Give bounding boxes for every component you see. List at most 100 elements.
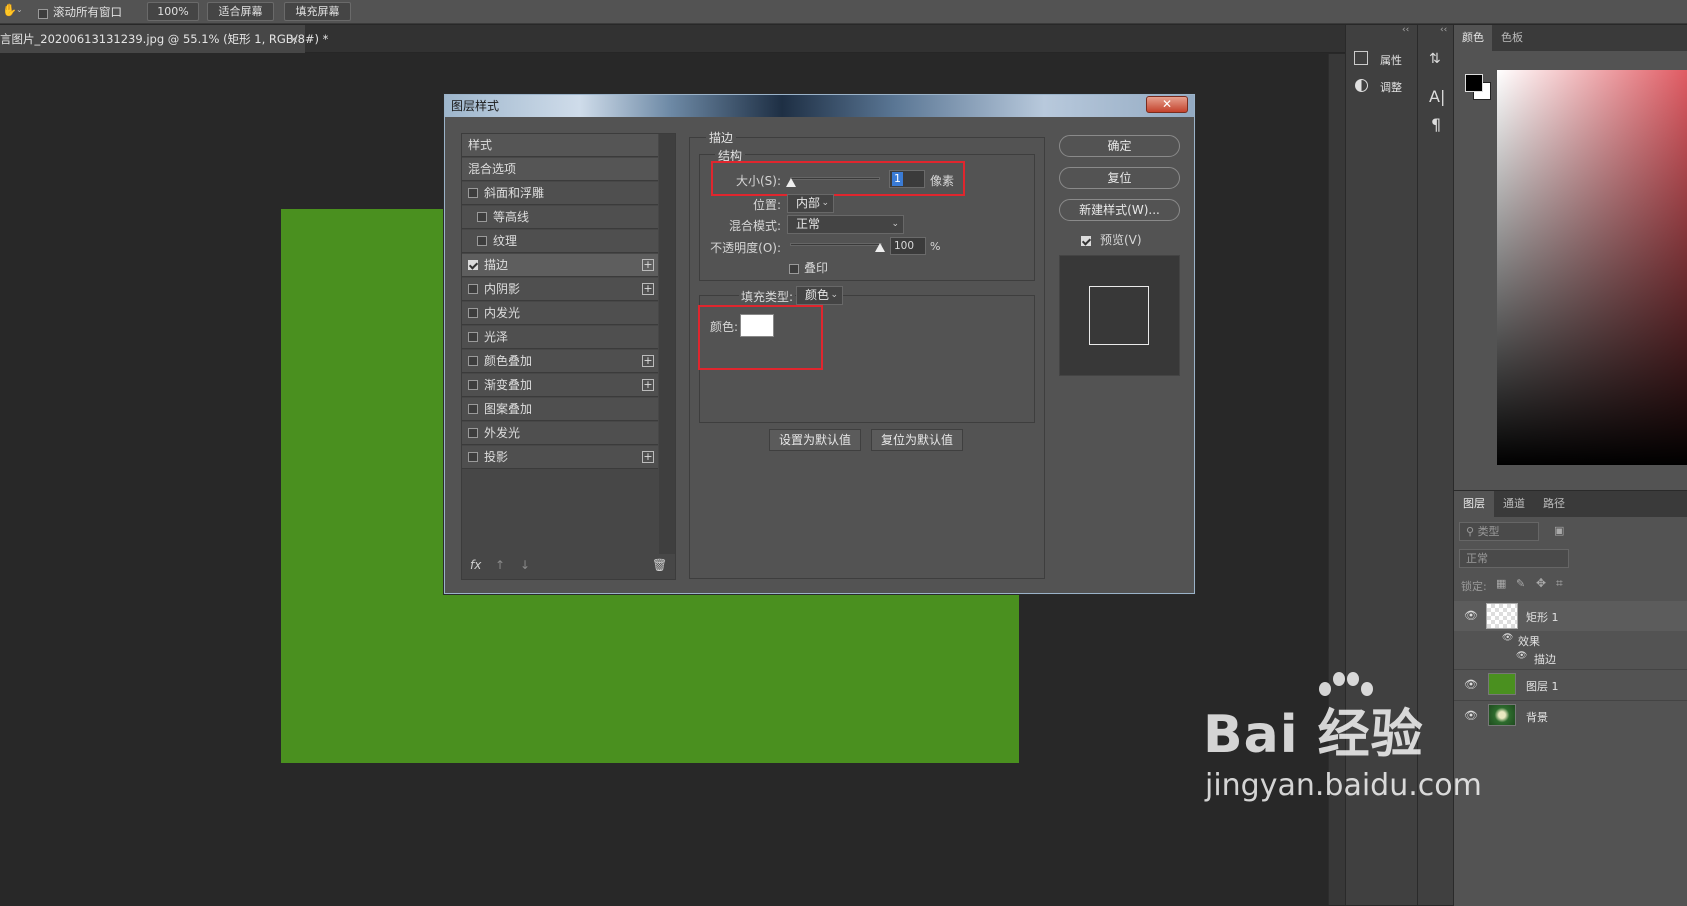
document-tab-title: 言图片_20200613131239.jpg @ 55.1% (矩形 1, RG… [0,32,329,46]
style-item-label: 颜色叠加 [484,354,533,368]
fit-screen-button[interactable]: 适合屏幕 [207,2,274,21]
lock-brush-icon[interactable]: ✎ [1516,577,1525,590]
style-item-checkbox[interactable] [468,308,478,318]
adjustments-icon[interactable] [1355,79,1368,92]
style-item-checkbox[interactable] [477,212,487,222]
style-item[interactable]: 斜面和浮雕 [462,182,658,205]
new-style-button[interactable]: 新建样式(W)... [1059,199,1180,221]
paragraph-icon[interactable]: ¶ [1431,115,1441,134]
layer-name: 矩形 1 [1526,611,1559,624]
layer-filter-label: 类型 [1477,525,1500,538]
opacity-slider-track[interactable] [790,243,882,246]
properties-label[interactable]: 属性 [1380,52,1402,68]
document-tab[interactable]: 言图片_20200613131239.jpg @ 55.1% (矩形 1, RG… [0,25,328,53]
reset-button[interactable]: 复位 [1059,167,1180,189]
color-panel: 颜色 色板 [1453,25,1687,490]
fill-screen-button[interactable]: 填充屏幕 [284,2,351,21]
tab-paths[interactable]: 路径 [1534,491,1574,517]
style-item[interactable]: 外发光 [462,422,658,445]
lock-artboard-icon[interactable]: ⌗ [1556,576,1563,591]
trash-icon[interactable]: 🗑 [652,558,667,572]
style-item-checkbox[interactable] [468,380,478,390]
fill-type-select[interactable]: 颜色 ⌄ [796,286,843,305]
fx-icon[interactable]: fx [470,558,481,572]
style-item-checkbox[interactable] [468,284,478,294]
opacity-label: 不透明度(O): [710,241,781,255]
tab-color[interactable]: 颜色 [1454,25,1492,51]
zoom-100-button[interactable]: 100% [147,2,199,21]
visibility-eye-icon[interactable]: 👁 [1464,609,1478,622]
chevron-down-icon: ⌄ [891,219,899,229]
style-item-checkbox[interactable] [468,356,478,366]
add-effect-icon[interactable]: + [642,379,654,391]
adjustments-label[interactable]: 调整 [1380,79,1402,95]
stroke-eye-icon[interactable]: 👁 [1516,651,1527,661]
properties-icon[interactable] [1354,51,1368,65]
effects-eye-icon[interactable]: 👁 [1502,633,1513,643]
position-select[interactable]: 内部 ⌄ [787,194,834,213]
blending-options[interactable]: 混合选项 [462,158,658,181]
style-list: 样式 混合选项 斜面和浮雕 等高线 纹理 描边 + 内阴影 + 内发光 光泽 颜色叠加 + 渐变叠加 +… [461,133,676,580]
style-item[interactable]: 渐变叠加 + [462,374,658,397]
style-item-checkbox[interactable] [468,332,478,342]
style-item[interactable]: 描边 + [462,254,658,277]
hand-tool-icon[interactable]: ✋ [2,3,17,17]
opacity-slider-thumb[interactable] [875,243,885,252]
style-item-checkbox[interactable] [477,236,487,246]
style-item[interactable]: 颜色叠加 + [462,350,658,373]
style-item[interactable]: 图案叠加 [462,398,658,421]
image-filter-icon[interactable]: ▣ [1554,524,1564,537]
tab-close-icon[interactable]: × [289,25,299,53]
foreground-color-swatch[interactable] [1465,74,1483,92]
add-effect-icon[interactable]: + [642,451,654,463]
collapse-icon[interactable]: ‹‹ [1402,25,1409,35]
add-effect-icon[interactable]: + [642,283,654,295]
lock-move-icon[interactable]: ✥ [1536,576,1546,590]
chevron-down-icon[interactable]: ⌄ [16,5,23,14]
reset-default-button[interactable]: 复位为默认值 [871,429,963,451]
style-item-checkbox[interactable] [468,404,478,414]
style-item[interactable]: 内阴影 + [462,278,658,301]
style-item[interactable]: 内发光 [462,302,658,325]
opacity-input[interactable]: 100 [890,237,926,255]
style-item-checkbox[interactable] [468,260,478,270]
style-list-scrollbar[interactable] [659,134,675,554]
color-picker-field[interactable] [1497,70,1687,465]
add-effect-icon[interactable]: + [642,259,654,271]
dialog-close-button[interactable]: ✕ [1146,96,1188,113]
collapse-icon-2[interactable]: ‹‹ [1440,25,1447,35]
character-icon[interactable]: A| [1429,87,1445,106]
preview-checkbox[interactable] [1081,233,1091,247]
lock-pixels-icon[interactable]: ▦ [1496,577,1506,590]
tab-channels[interactable]: 通道 [1494,491,1534,517]
set-default-button[interactable]: 设置为默认值 [769,429,861,451]
style-item-checkbox[interactable] [468,452,478,462]
style-item-checkbox[interactable] [468,188,478,198]
layer-name: 背景 [1526,711,1548,724]
ok-button[interactable]: 确定 [1059,135,1180,157]
blend-mode-select[interactable]: 正常 ⌄ [787,215,904,234]
tab-layers[interactable]: 图层 [1454,491,1494,517]
layer-stroke-effect-row[interactable]: 👁 描边 [1454,649,1687,667]
opacity-unit: % [930,240,941,253]
tab-swatches[interactable]: 色板 [1492,25,1532,51]
style-item[interactable]: 等高线 [462,206,658,229]
layer-effects-row[interactable]: 👁 效果 [1454,631,1687,649]
style-item[interactable]: 光泽 [462,326,658,349]
style-item-checkbox[interactable] [468,428,478,438]
style-item[interactable]: 纹理 [462,230,658,253]
move-down-icon[interactable]: ↓ [520,558,530,572]
overprint-checkbox[interactable] [789,261,799,275]
layer-filter-select[interactable]: ⚲ 类型 [1459,522,1539,541]
swatches-icon[interactable]: ⇅ [1429,51,1441,67]
dialog-title-bar[interactable]: 图层样式 [445,95,1194,117]
styles-header[interactable]: 样式 [462,134,658,157]
move-up-icon[interactable]: ↑ [495,558,505,572]
style-item[interactable]: 投影 + [462,446,658,469]
fill-type-label: 填充类型: [739,288,796,305]
add-effect-icon[interactable]: + [642,355,654,367]
layer-row-rectangle[interactable]: 👁 矩形 1 [1454,601,1687,631]
scroll-all-windows-checkbox[interactable] [38,6,48,20]
blend-mode-select[interactable]: 正常 [1459,549,1569,568]
style-item-label: 等高线 [493,210,530,224]
